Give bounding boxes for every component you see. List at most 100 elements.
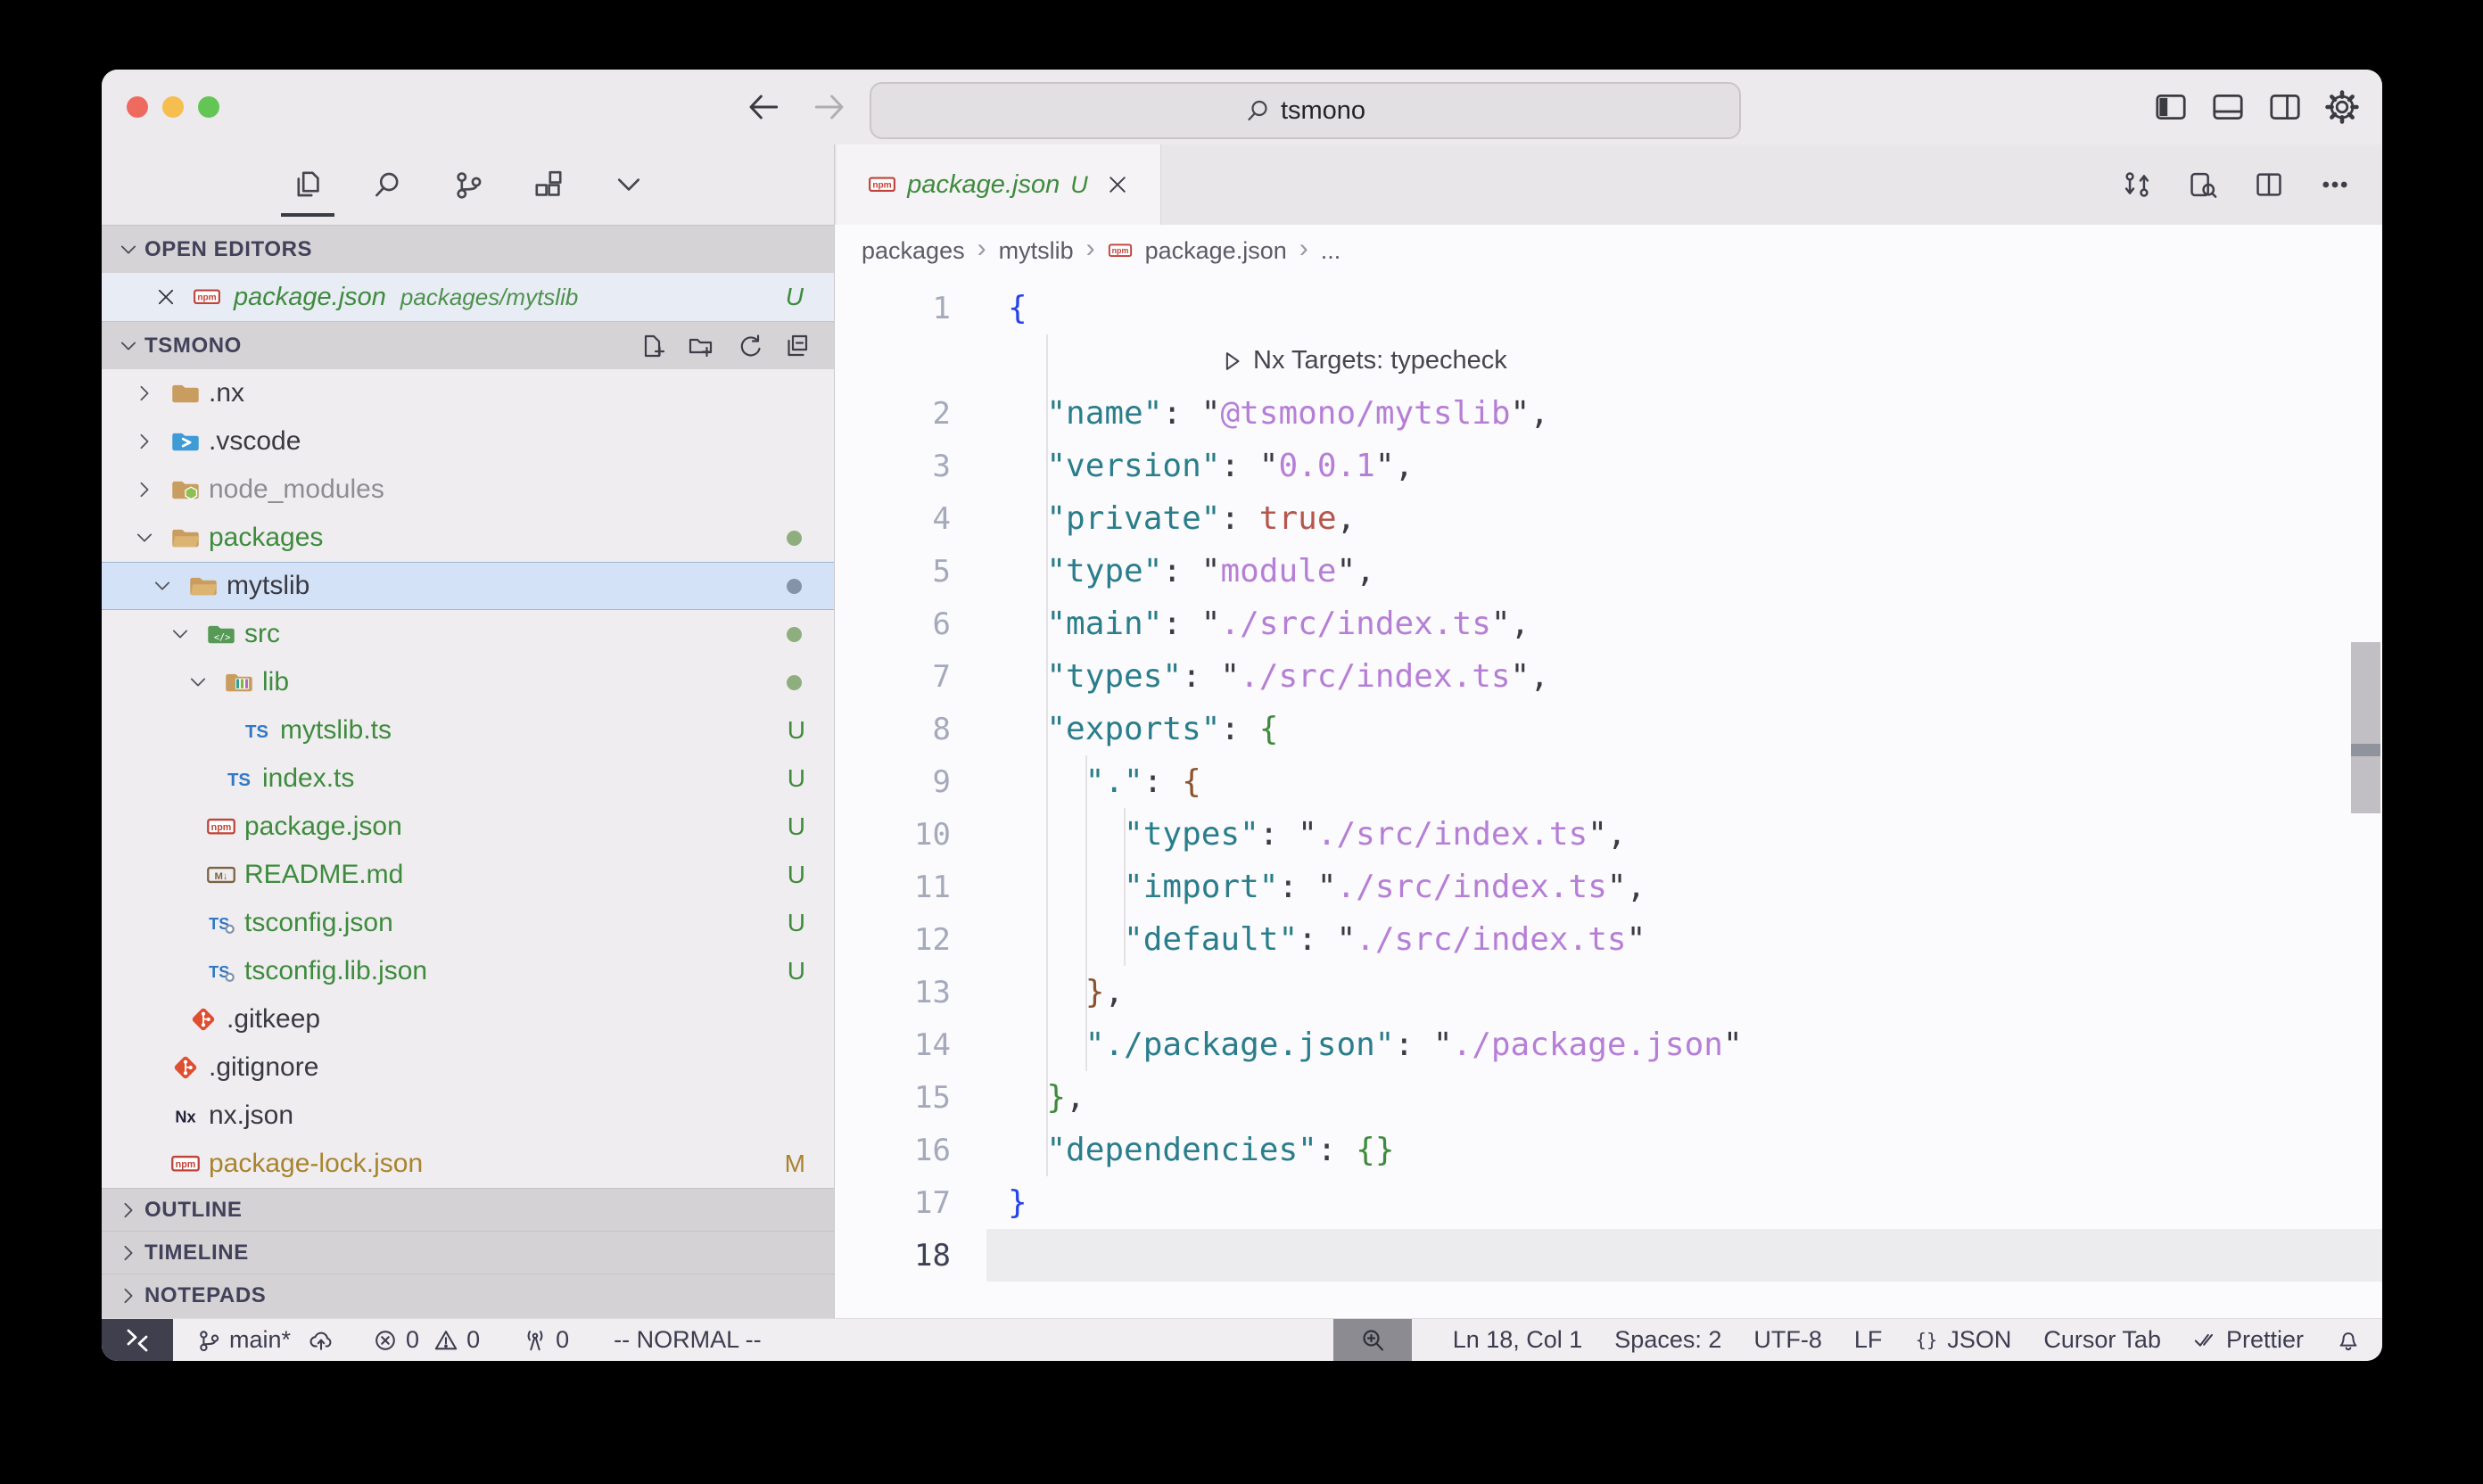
tree-item-lib[interactable]: lib bbox=[102, 658, 834, 706]
new-file-icon[interactable] bbox=[639, 333, 666, 359]
svg-text:</>: </> bbox=[214, 633, 230, 643]
status-ports[interactable]: 0 bbox=[523, 1326, 569, 1354]
tree-item-.gitkeep[interactable]: .gitkeep bbox=[102, 995, 834, 1043]
tree-item-mytslib.ts[interactable]: TSmytslib.tsU bbox=[102, 706, 834, 754]
tree-item-.gitignore[interactable]: .gitignore bbox=[102, 1043, 834, 1092]
tab-package-json[interactable]: npm package.json U bbox=[837, 144, 1161, 225]
close-icon[interactable] bbox=[1106, 173, 1129, 196]
back-arrow-icon[interactable] bbox=[746, 89, 781, 125]
line-content: { bbox=[1008, 290, 1027, 326]
line-number: 3 bbox=[835, 449, 1008, 484]
open-editor-item[interactable]: npm package.json packages/mytslib U bbox=[102, 273, 834, 321]
explorer-header[interactable]: TSMONO bbox=[102, 321, 834, 369]
activity-item-explorer[interactable] bbox=[290, 167, 326, 202]
tree-item-mytslib[interactable]: mytslib bbox=[102, 562, 834, 610]
breadcrumb-item[interactable]: mytslib bbox=[999, 237, 1074, 265]
tree-item-readme.md[interactable]: M↓README.mdU bbox=[102, 851, 834, 899]
breadcrumb-item[interactable]: packages bbox=[862, 237, 965, 265]
status-errors[interactable]: 0 bbox=[373, 1326, 419, 1354]
new-folder-icon[interactable] bbox=[688, 333, 714, 359]
status-label: Prettier bbox=[2226, 1326, 2304, 1354]
code-editor[interactable]: 1{Nx Targets: typecheck2 "name": "@tsmon… bbox=[835, 276, 2382, 1318]
svg-text:npm: npm bbox=[197, 293, 216, 303]
activity-item-more-views[interactable] bbox=[611, 167, 647, 202]
layout-panel-icon[interactable] bbox=[2211, 90, 2245, 124]
tree-item-packages[interactable]: packages bbox=[102, 514, 834, 562]
status-notifications[interactable] bbox=[2336, 1328, 2361, 1353]
tree-item-tsconfig.lib.json[interactable]: TStsconfig.lib.jsonU bbox=[102, 947, 834, 995]
refresh-icon[interactable] bbox=[736, 333, 763, 359]
open-editors-header[interactable]: OPEN EDITORS bbox=[102, 225, 834, 273]
code-line-5: 5 "type": "module", bbox=[835, 545, 2382, 598]
layout-sidebar-right-icon[interactable] bbox=[2268, 90, 2302, 124]
activity-item-search[interactable] bbox=[370, 167, 406, 202]
tree-chevron bbox=[187, 672, 223, 693]
status-eol[interactable]: LF bbox=[1854, 1326, 1883, 1354]
sidebar-section-notepads[interactable]: NOTEPADS bbox=[102, 1274, 834, 1316]
tree-item-package.json[interactable]: npmpackage.jsonU bbox=[102, 803, 834, 851]
line-content: "name": "@tsmono/mytslib", bbox=[1008, 395, 1549, 432]
chevron-right-icon bbox=[118, 1200, 139, 1221]
code-line-11: 11 "import": "./src/index.ts", bbox=[835, 861, 2382, 913]
status-sync[interactable] bbox=[309, 1328, 334, 1353]
zoom-window-button[interactable] bbox=[198, 96, 219, 118]
svg-text:npm: npm bbox=[211, 822, 232, 833]
change-dot-badge bbox=[787, 627, 802, 642]
scrollbar-thumb[interactable] bbox=[2351, 642, 2380, 813]
command-center-search[interactable]: tsmono bbox=[870, 82, 1741, 139]
npm-icon: npm bbox=[868, 170, 896, 199]
status-indentation[interactable]: Spaces: 2 bbox=[1614, 1326, 1721, 1354]
layout-sidebar-left-icon[interactable] bbox=[2154, 90, 2188, 124]
close-icon[interactable] bbox=[155, 286, 177, 308]
status-warnings[interactable]: 0 bbox=[433, 1326, 480, 1354]
status-language-mode[interactable]: {}JSON bbox=[1914, 1326, 2011, 1354]
open-preview-icon[interactable] bbox=[2188, 169, 2218, 200]
minimize-window-button[interactable] bbox=[162, 96, 184, 118]
play-outline-icon[interactable] bbox=[1219, 349, 1244, 374]
tree-item-.vscode[interactable]: .vscode bbox=[102, 417, 834, 466]
svg-text:npm: npm bbox=[873, 181, 892, 191]
tree-item-nx.json[interactable]: Nxnx.json bbox=[102, 1092, 834, 1140]
compare-changes-icon[interactable] bbox=[2122, 169, 2152, 200]
status-cursor-tab[interactable]: Cursor Tab bbox=[2043, 1326, 2161, 1354]
collapse-all-icon[interactable] bbox=[784, 333, 811, 359]
tree-item-.nx[interactable]: .nx bbox=[102, 369, 834, 417]
activity-item-source-control[interactable] bbox=[450, 167, 486, 202]
tree-item-node-modules[interactable]: node_modules bbox=[102, 466, 834, 514]
folder-src-icon: </> bbox=[205, 619, 237, 649]
sidebar-section-timeline[interactable]: TIMELINE bbox=[102, 1231, 834, 1274]
more-actions-icon[interactable] bbox=[2320, 169, 2350, 200]
code-line-16: 16 "dependencies": {} bbox=[835, 1124, 2382, 1176]
code-line-1: 1{ bbox=[835, 282, 2382, 334]
code-line-13: 13 }, bbox=[835, 966, 2382, 1018]
ts-icon: TS bbox=[223, 763, 255, 794]
tree-item-tsconfig.json[interactable]: TStsconfig.jsonU bbox=[102, 899, 834, 947]
status-formatter[interactable]: Prettier bbox=[2193, 1326, 2304, 1354]
tree-item-index.ts[interactable]: TSindex.tsU bbox=[102, 754, 834, 803]
tab-bar: npm package.json U bbox=[835, 144, 2382, 225]
status-encoding[interactable]: UTF-8 bbox=[1753, 1326, 1822, 1354]
tree-chevron bbox=[205, 720, 241, 741]
codelens[interactable]: Nx Targets: typecheck bbox=[1219, 346, 1507, 375]
breadcrumb-separator: › bbox=[978, 234, 986, 264]
tree-item-src[interactable]: </>src bbox=[102, 610, 834, 658]
status-branch[interactable]: main* bbox=[196, 1326, 291, 1354]
forward-arrow-icon[interactable] bbox=[812, 89, 847, 125]
tree-chevron bbox=[152, 575, 187, 597]
settings-gear-icon[interactable] bbox=[2325, 90, 2359, 124]
sidebar-section-outline[interactable]: OUTLINE bbox=[102, 1188, 834, 1231]
split-editor-icon[interactable] bbox=[2254, 169, 2284, 200]
breadcrumb-item[interactable]: ... bbox=[1321, 237, 1341, 265]
status-cursor-position[interactable]: Ln 18, Col 1 bbox=[1453, 1326, 1583, 1354]
search-value: tsmono bbox=[1281, 96, 1365, 126]
status-zoom[interactable] bbox=[1333, 1319, 1412, 1361]
tree-item-package-lock.json[interactable]: npmpackage-lock.jsonM bbox=[102, 1140, 834, 1188]
breadcrumb-item[interactable]: package.json bbox=[1145, 237, 1287, 265]
close-window-button[interactable] bbox=[127, 96, 148, 118]
remote-icon bbox=[124, 1327, 151, 1354]
tree-chevron bbox=[134, 479, 169, 500]
status-vim-mode[interactable]: -- NORMAL -- bbox=[614, 1326, 761, 1354]
line-number: 10 bbox=[835, 817, 1008, 853]
activity-item-extensions[interactable] bbox=[531, 167, 566, 202]
status-remote[interactable] bbox=[102, 1319, 173, 1361]
